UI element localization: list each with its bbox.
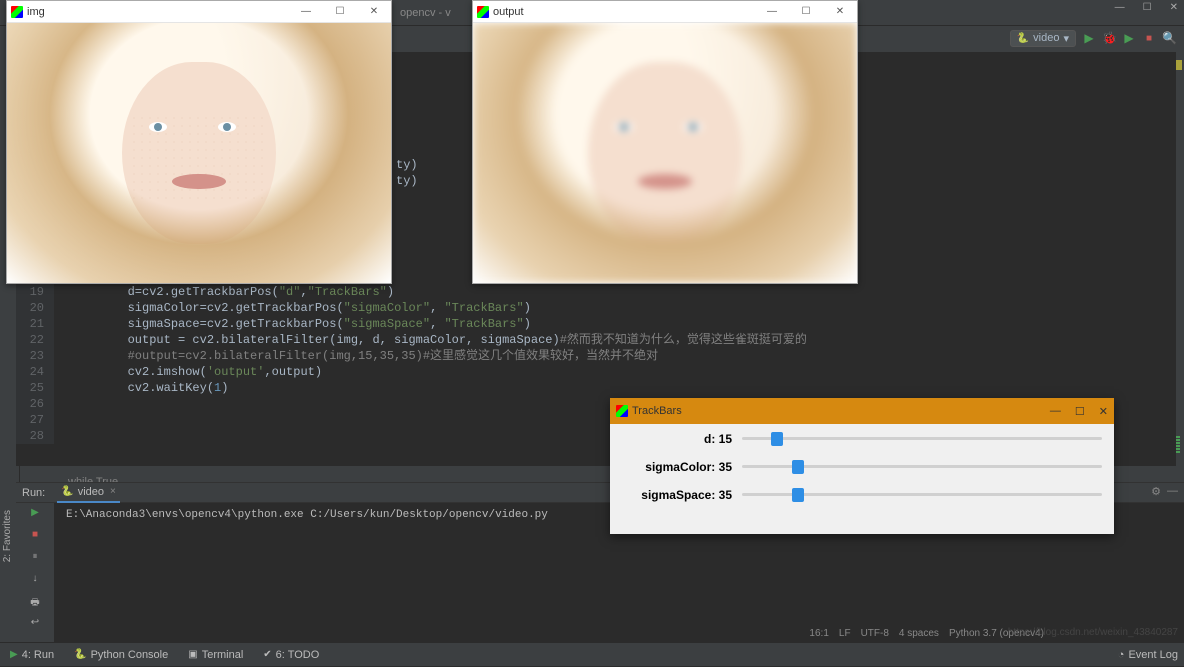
run-toolbar: 🐍 video ▾ ▶ 🐞 ▶ ■ 🔍: [1010, 26, 1184, 50]
rerun-icon[interactable]: ▶: [27, 507, 43, 523]
maximize-icon[interactable]: ☐: [1143, 2, 1152, 13]
trackbar-row: sigmaColor: 35: [622, 460, 1102, 474]
partial-code-above: ty) ty): [396, 157, 418, 189]
tool-tab-terminal[interactable]: ▣Terminal: [178, 643, 253, 667]
run-tab-name: video: [78, 486, 104, 498]
close-icon[interactable]: ✕: [823, 6, 857, 17]
cv-image-content: [7, 23, 391, 283]
minimize-icon[interactable]: —: [289, 6, 323, 17]
cv-window-title: output: [493, 6, 524, 18]
search-icon[interactable]: 🔍: [1162, 31, 1176, 45]
run-icon[interactable]: ▶: [1082, 31, 1096, 45]
opencv-icon: [477, 6, 489, 18]
trackbars-titlebar[interactable]: TrackBars — ☐ ✕: [610, 398, 1114, 424]
trackbar-row: sigmaSpace: 35: [622, 488, 1102, 502]
chevron-down-icon: ▾: [1063, 32, 1069, 45]
cv-titlebar[interactable]: output — ☐ ✕: [473, 1, 857, 23]
line-separator[interactable]: LF: [839, 628, 851, 639]
trackbar-label: sigmaSpace: 35: [622, 488, 732, 502]
code-content[interactable]: d=cv2.getTrackbarPos("d","TrackBars") si…: [70, 284, 807, 396]
inspection-indicator: [1176, 60, 1182, 70]
slider-thumb[interactable]: [792, 488, 804, 502]
favorites-tool-tab[interactable]: 2: Favorites: [2, 510, 13, 562]
trackbar-label: sigmaColor: 35: [622, 460, 732, 474]
maximize-icon[interactable]: ☐: [789, 6, 823, 17]
trackbars-title: TrackBars: [632, 405, 682, 417]
print-icon[interactable]: 🖶: [27, 595, 43, 611]
hide-panel-icon[interactable]: —: [1167, 485, 1178, 498]
trackbars-body: d: 15 sigmaColor: 35 sigmaSpace: 35: [610, 424, 1114, 534]
opencv-window-img[interactable]: img — ☐ ✕: [6, 0, 392, 284]
close-tab-icon[interactable]: ×: [110, 486, 116, 497]
tool-tab-run[interactable]: ▶4: Run: [0, 643, 64, 667]
watermark-text: https://blog.csdn.net/weixin_43840287: [1008, 627, 1178, 638]
run-controls: ▶ ■ ⏸ ↓ 🖶 ↩: [16, 503, 54, 642]
trackbar-slider[interactable]: [742, 460, 1102, 474]
coverage-icon[interactable]: ▶: [1122, 31, 1136, 45]
python-icon: 🐍: [1017, 33, 1029, 44]
close-icon[interactable]: ✕: [1099, 405, 1108, 418]
tool-tab-todo[interactable]: ✔6: TODO: [253, 643, 329, 667]
opencv-window-output[interactable]: output — ☐ ✕: [472, 0, 858, 284]
soft-wrap-icon[interactable]: ↩: [27, 617, 43, 633]
project-path: opencv - v: [400, 7, 451, 19]
file-encoding[interactable]: UTF-8: [861, 628, 889, 639]
maximize-icon[interactable]: ☐: [1075, 405, 1085, 418]
ide-window-controls: — ☐ ✕: [1115, 2, 1178, 13]
run-label: Run:: [22, 487, 45, 499]
opencv-icon: [616, 405, 628, 417]
indent-settings[interactable]: 4 spaces: [899, 628, 939, 639]
opencv-icon: [11, 6, 23, 18]
opencv-window-trackbars[interactable]: TrackBars — ☐ ✕ d: 15 sigmaColor: 35 sigma…: [610, 398, 1114, 534]
settings-icon[interactable]: ⚙: [1151, 485, 1161, 498]
slider-thumb[interactable]: [771, 432, 783, 446]
close-icon[interactable]: ✕: [1170, 2, 1178, 13]
minimize-icon[interactable]: —: [1050, 405, 1061, 418]
minimize-icon[interactable]: —: [755, 6, 789, 17]
python-file-icon: 🐍: [61, 486, 73, 497]
minimize-icon[interactable]: —: [1115, 2, 1125, 13]
stop-run-icon[interactable]: ■: [27, 529, 43, 545]
cv-image-content: [473, 23, 857, 283]
trackbar-row: d: 15: [622, 432, 1102, 446]
trackbar-slider[interactable]: [742, 432, 1102, 446]
maximize-icon[interactable]: ☐: [323, 6, 357, 17]
cv-titlebar[interactable]: img — ☐ ✕: [7, 1, 391, 23]
status-bar: ▶4: Run 🐍Python Console ▣Terminal ✔6: TO…: [0, 642, 1184, 666]
cv-window-title: img: [27, 6, 45, 18]
run-config-dropdown[interactable]: 🐍 video ▾: [1010, 30, 1076, 47]
close-icon[interactable]: ✕: [357, 6, 391, 17]
trackbar-label: d: 15: [622, 432, 732, 446]
scroll-to-end-icon[interactable]: ↓: [27, 573, 43, 589]
slider-thumb[interactable]: [792, 460, 804, 474]
trackbar-slider[interactable]: [742, 488, 1102, 502]
caret-position[interactable]: 16:1: [809, 628, 828, 639]
stop-icon[interactable]: ■: [1142, 33, 1156, 44]
run-config-name: video: [1033, 32, 1059, 44]
pause-icon[interactable]: ⏸: [27, 551, 43, 567]
debug-icon[interactable]: 🐞: [1102, 31, 1116, 45]
tool-tab-python-console[interactable]: 🐍Python Console: [64, 643, 178, 667]
event-log-button[interactable]: ◔Event Log: [1118, 649, 1178, 661]
run-tab-video[interactable]: 🐍 video ×: [57, 483, 120, 503]
